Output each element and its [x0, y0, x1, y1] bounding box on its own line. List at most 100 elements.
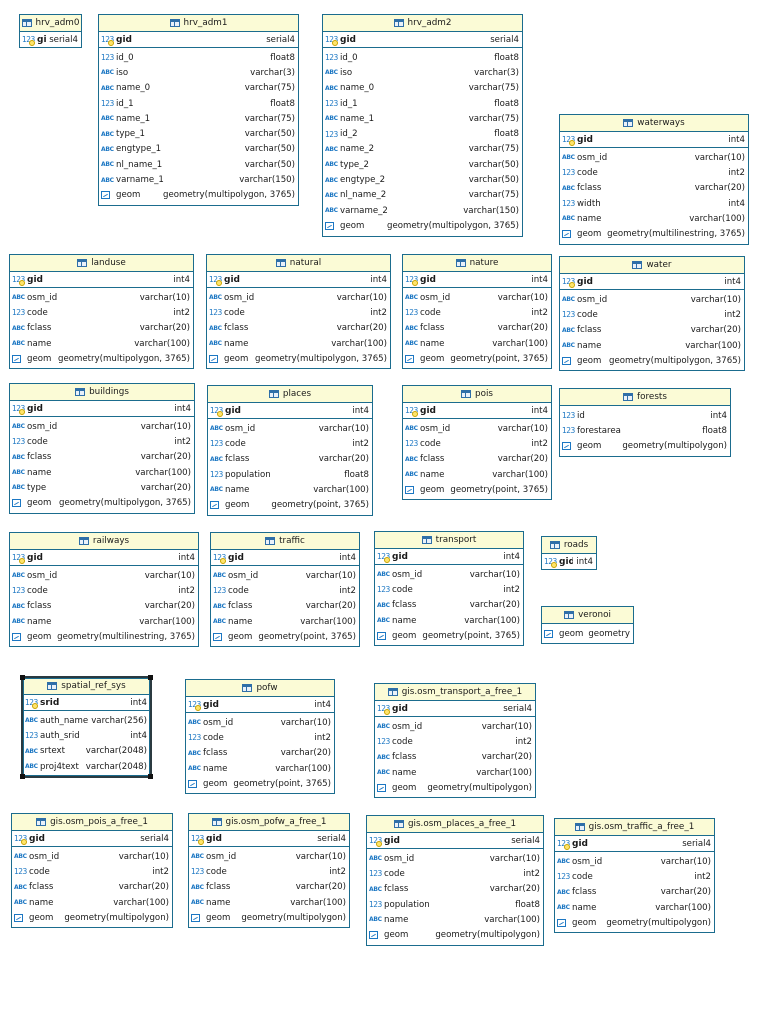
column-row[interactable]: ABC name varchar(100)	[211, 614, 359, 629]
column-row[interactable]: ABC name varchar(100)	[12, 895, 172, 910]
column-row[interactable]: geom geometry(multilinestring, 3765)	[560, 226, 748, 241]
column-row[interactable]: 123 code int2	[367, 866, 543, 881]
column-row[interactable]: ABC engtype_1 varchar(50)	[99, 142, 298, 157]
column-row[interactable]: geom geometry(point, 3765)	[208, 497, 372, 512]
column-row[interactable]: ABC fclass varchar(20)	[12, 880, 172, 895]
table-transport[interactable]: transport 123 gid int4 ABC osm_id varchar(10) 1…	[374, 531, 524, 647]
primary-key-row[interactable]: 123 gid int4	[211, 550, 359, 566]
column-row[interactable]: ABC osm_id varchar(10)	[403, 290, 551, 305]
column-row[interactable]: 123 id_2 float8	[323, 126, 522, 141]
table-header[interactable]: traffic	[211, 533, 359, 550]
primary-key-row[interactable]: 123 gid int4	[403, 272, 551, 288]
primary-key-row[interactable]: 123 gid int4	[208, 403, 372, 419]
table-veronoi[interactable]: veronoi geom geometry	[541, 606, 634, 645]
column-row[interactable]: ABC name varchar(100)	[555, 900, 714, 915]
column-row[interactable]: ABC name varchar(100)	[208, 482, 372, 497]
column-row[interactable]: 123 code int2	[207, 305, 390, 320]
column-row[interactable]: ABC nl_name_2 varchar(75)	[323, 188, 522, 203]
table-traffic[interactable]: traffic 123 gid int4 ABC osm_id varchar(10) 123…	[210, 532, 360, 648]
table-gis-osm-transport-a-free-1[interactable]: gis.osm_transport_a_free_1 123 gid serial4 A…	[374, 683, 536, 799]
column-row[interactable]: 123 code int2	[375, 582, 523, 597]
table-landuse[interactable]: landuse 123 gid int4 ABC osm_id varchar(10) 123…	[9, 254, 194, 370]
table-header[interactable]: buildings	[10, 384, 194, 401]
column-row[interactable]: ABC name varchar(100)	[375, 765, 535, 780]
column-row[interactable]: 123 id_1 float8	[99, 96, 298, 111]
primary-key-row[interactable]: 123 gid int4	[186, 697, 334, 713]
primary-key-row[interactable]: 123 gid int4	[560, 132, 748, 148]
column-row[interactable]: ABC osm_id varchar(10)	[560, 150, 748, 165]
column-row[interactable]: geom geometry(multilinestring, 3765)	[10, 629, 198, 644]
column-row[interactable]: ABC name varchar(100)	[189, 895, 349, 910]
column-row[interactable]: geom geometry(multipolygon, 3765)	[207, 351, 390, 366]
column-row[interactable]: ABC osm_id varchar(10)	[211, 568, 359, 583]
table-header[interactable]: pofw	[186, 680, 334, 697]
table-header[interactable]: hrv_adm0	[20, 15, 81, 32]
primary-key-row[interactable]: 123 gid int4	[10, 550, 198, 566]
column-row[interactable]: 123 code int2	[403, 305, 551, 320]
primary-key-row[interactable]: 123gidserial4	[375, 701, 535, 717]
table-spatial-ref-sys[interactable]: spatial_ref_sys 123 srid int4 ABC auth_name va…	[20, 675, 153, 780]
table-pofw[interactable]: pofw 123 gid int4 ABC osm_id varchar(10) 123 cod…	[185, 679, 335, 795]
column-row[interactable]: ABC osm_id varchar(10)	[186, 715, 334, 730]
column-row[interactable]: 123 code int2	[10, 583, 198, 598]
column-row[interactable]: geom geometry(multipolygon)	[12, 910, 172, 925]
column-row[interactable]: 123 id_0 float8	[99, 50, 298, 65]
column-row[interactable]: 123 population float8	[367, 897, 543, 912]
table-header[interactable]: veronoi	[542, 607, 633, 624]
column-row[interactable]: ABC osm_id varchar(10)	[10, 290, 193, 305]
column-row[interactable]: 123 width int4	[560, 196, 748, 211]
table-waterways[interactable]: waterways 123 gid int4 ABC osm_id varchar(10) 1…	[559, 114, 749, 245]
column-row[interactable]: geom geometry	[542, 626, 633, 641]
column-row[interactable]: geom geometry(multipolygon)	[555, 915, 714, 930]
column-row[interactable]: 123 code int2	[12, 864, 172, 879]
primary-key-row[interactable]: 123gidserial4	[12, 831, 172, 847]
table-header[interactable]: gis.osm_transport_a_free_1	[375, 684, 535, 701]
column-row[interactable]: ABC proj4text varchar(2048)	[23, 759, 150, 774]
column-row[interactable]: ABC fclass varchar(20)	[207, 321, 390, 336]
column-row[interactable]: 123 code int2	[375, 734, 535, 749]
column-row[interactable]: ABC osm_id varchar(10)	[10, 568, 198, 583]
column-row[interactable]: ABC fclass varchar(20)	[10, 450, 194, 465]
column-row[interactable]: ABC name_2 varchar(75)	[323, 142, 522, 157]
column-row[interactable]: 123 code int2	[403, 436, 551, 451]
primary-key-row[interactable]: 123gidserial4	[555, 836, 714, 852]
column-row[interactable]: geom geometry(multipolygon, 3765)	[10, 495, 194, 510]
table-railways[interactable]: railways 123 gid int4 ABC osm_id varchar(10) 12…	[9, 532, 199, 648]
table-hrv-adm2[interactable]: hrv_adm2 123 gid serial4 123 id_0 float8 ABC iso…	[322, 14, 523, 237]
column-row[interactable]: ABC osm_id varchar(10)	[189, 849, 349, 864]
column-row[interactable]: ABC nl_name_1 varchar(50)	[99, 157, 298, 172]
column-row[interactable]: geom geometry(point, 3765)	[403, 482, 551, 497]
table-hrv-adm0[interactable]: hrv_adm0 123gidserial4	[19, 14, 82, 48]
primary-key-row[interactable]: 123 gid int4	[560, 274, 744, 290]
column-row[interactable]: ABC name_1 varchar(75)	[323, 111, 522, 126]
column-row[interactable]: ABC name_0 varchar(75)	[99, 81, 298, 96]
table-roads[interactable]: roads 123 gid int4	[541, 536, 597, 570]
table-header[interactable]: nature	[403, 255, 551, 272]
table-forests[interactable]: forests 123 id int4 123 forestarea float8 geom g…	[559, 388, 731, 457]
column-row[interactable]: ABC osm_id varchar(10)	[208, 421, 372, 436]
column-row[interactable]: ABC fclass varchar(20)	[555, 885, 714, 900]
column-row[interactable]: ABC srtext varchar(2048)	[23, 744, 150, 759]
column-row[interactable]: ABC auth_name varchar(256)	[23, 713, 150, 728]
column-row[interactable]: geom geometry(multipolygon)	[189, 910, 349, 925]
column-row[interactable]: geom geometry(multipolygon, 3765)	[10, 351, 193, 366]
selection-handle[interactable]	[148, 774, 153, 780]
primary-key-row[interactable]: 123gidserial4	[20, 32, 81, 47]
table-header[interactable]: gis.osm_places_a_free_1	[367, 816, 543, 833]
column-row[interactable]: ABC fclass varchar(20)	[208, 452, 372, 467]
table-header[interactable]: places	[208, 386, 372, 403]
column-row[interactable]: 123 population float8	[208, 467, 372, 482]
column-row[interactable]: geom geometry(point, 3765)	[375, 628, 523, 643]
table-buildings[interactable]: buildings 123 gid int4 ABC osm_id varchar(10) 1…	[9, 383, 195, 514]
primary-key-row[interactable]: 123 gid int4	[10, 401, 194, 417]
table-header[interactable]: hrv_adm1	[99, 15, 298, 32]
column-row[interactable]: ABC name varchar(100)	[403, 336, 551, 351]
column-row[interactable]: ABC fclass varchar(20)	[403, 452, 551, 467]
column-row[interactable]: geom geometry(multipolygon)	[560, 439, 730, 454]
column-row[interactable]: 123 code int2	[10, 305, 193, 320]
column-row[interactable]: geom geometry(point, 3765)	[211, 629, 359, 644]
table-places[interactable]: places 123 gid int4 ABC osm_id varchar(10) 123 c…	[207, 385, 373, 516]
table-header[interactable]: pois	[403, 386, 551, 403]
column-row[interactable]: geom geometry(multipolygon, 3765)	[99, 188, 298, 203]
column-row[interactable]: ABC fclass varchar(20)	[211, 599, 359, 614]
